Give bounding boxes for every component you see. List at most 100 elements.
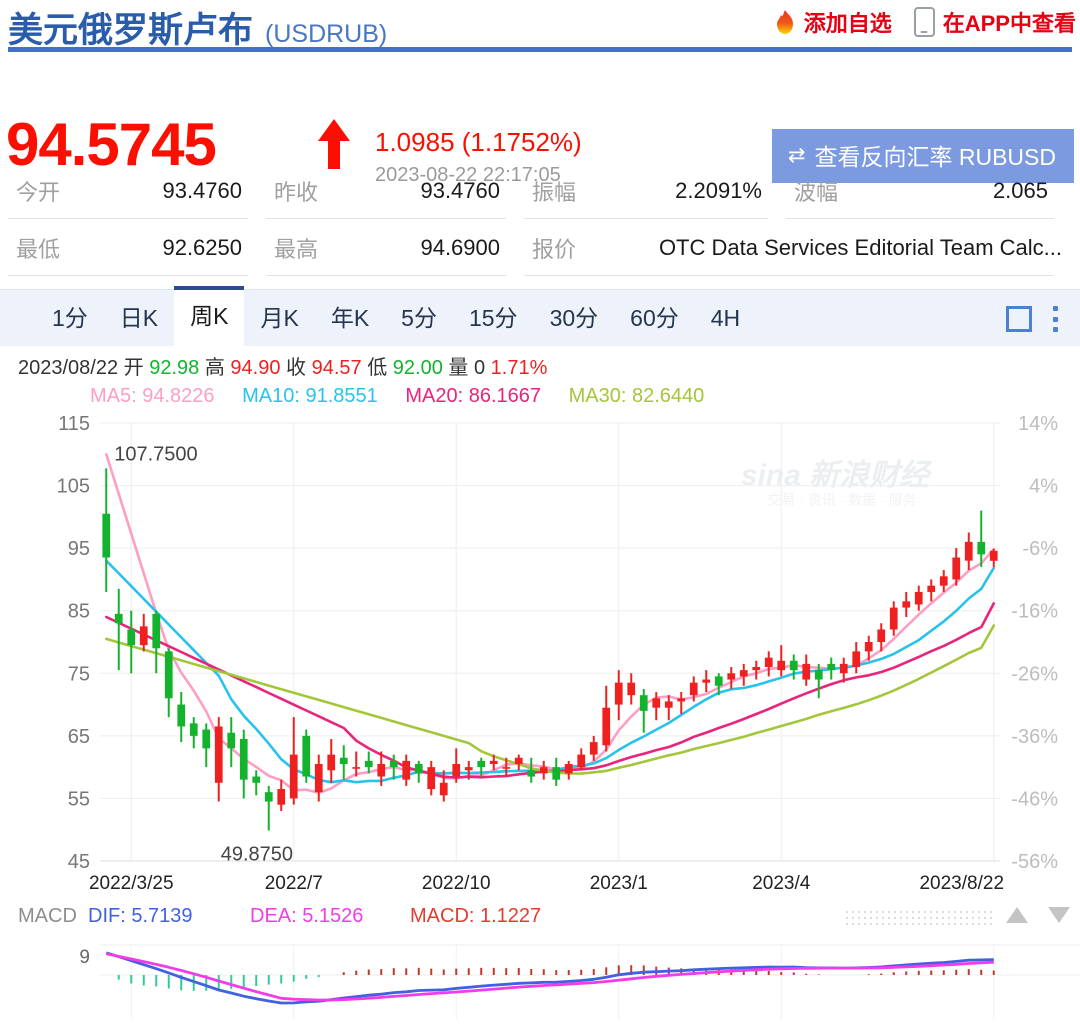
svg-text:105: 105 (57, 475, 90, 497)
svg-text:交易 · 资讯 · 数据 · 服务: 交易 · 资讯 · 数据 · 服务 (767, 492, 916, 508)
tab-5min[interactable]: 5分 (385, 290, 453, 346)
triangle-down-icon[interactable] (1048, 906, 1070, 923)
svg-text:95: 95 (68, 538, 90, 560)
ma-readout: MA5: 94.8226 MA10: 91.8551 MA20: 86.1667… (18, 382, 1080, 410)
y-axis-left: 115 105 95 85 75 65 55 45 (57, 413, 90, 873)
flame-icon (774, 10, 796, 34)
price-change: 1.0985 (1.1752%) (375, 127, 582, 157)
svg-text:115: 115 (58, 413, 90, 435)
tab-30min[interactable]: 30分 (534, 290, 615, 346)
svg-text:2022/7: 2022/7 (265, 873, 323, 894)
ma30-value: 82.6440 (631, 385, 705, 408)
stat-high: 最高 94.6900 (266, 219, 524, 276)
tab-60min[interactable]: 60分 (614, 290, 695, 346)
view-in-app-label: 在APP中查看 (942, 11, 1076, 36)
quote-page: 美元俄罗斯卢布 (USDRUB) 添加自选 在APP中查看 94.5745 1.… (0, 0, 1080, 1019)
svg-text:-6%: -6% (1022, 538, 1058, 560)
ohlc-line: 2023/08/22 开 92.98 高 94.90 收 94.57 低 92.… (18, 354, 1080, 382)
tab-monthly[interactable]: 月K (244, 290, 314, 346)
stat-high-label: 最高 (274, 236, 319, 262)
ma20-value: 86.1667 (468, 385, 542, 408)
ma10-readout: MA10: 91.8551 (242, 385, 378, 407)
ohlc-pct: 1.71% (490, 357, 548, 379)
ohlc-vol-label: 量 (448, 357, 469, 379)
tab-yearly[interactable]: 年K (315, 290, 385, 346)
macd-chart[interactable]: 9 (0, 933, 1080, 1019)
svg-text:2023/8/22: 2023/8/22 (919, 873, 1004, 894)
stat-source-label: 报价 (532, 236, 577, 262)
price-block: 94.5745 1.0985 (1.1752%) 2023-08-22 22:1… (0, 47, 1080, 186)
svg-text:9: 9 (79, 947, 90, 968)
svg-text:2022/10: 2022/10 (422, 873, 491, 894)
ma5-readout: MA5: 94.8226 (90, 385, 215, 407)
tab-daily[interactable]: 日K (104, 290, 174, 346)
stat-open-label: 今开 (16, 179, 61, 205)
svg-text:75: 75 (68, 663, 90, 685)
page-title: 美元俄罗斯卢布 (8, 11, 254, 50)
stat-prev-close-value: 93.4760 (420, 177, 500, 203)
stats-row-1: 今开 93.4760 昨收 93.4760 振幅 2.2091% 波幅 2.06… (8, 162, 1072, 219)
stat-prev-close: 昨收 93.4760 (266, 162, 524, 219)
ohlc-low-label: 低 (367, 357, 388, 379)
svg-text:-36%: -36% (1011, 726, 1058, 748)
phone-icon (913, 7, 935, 37)
tab-1min[interactable]: 1分 (36, 290, 104, 346)
stat-low-value: 92.6250 (162, 234, 242, 260)
svg-text:49.8750: 49.8750 (221, 843, 293, 865)
macd-dif-readout: DIF: 5.7139 (88, 904, 193, 927)
macd-value-readout: MACD: 1.1227 (410, 904, 542, 927)
stat-high-value: 94.6900 (420, 234, 500, 260)
svg-text:2022/3/25: 2022/3/25 (89, 873, 174, 894)
svg-text:65: 65 (68, 726, 90, 748)
triangle-up-icon[interactable] (1006, 906, 1028, 923)
svg-text:-56%: -56% (1011, 851, 1058, 873)
ohlc-high: 94.90 (230, 357, 281, 379)
sina-watermark: sina 新浪财经交易 · 资讯 · 数据 · 服务 (741, 458, 933, 508)
add-watchlist-button[interactable]: 添加自选 (774, 6, 892, 38)
svg-text:2023/1: 2023/1 (590, 873, 648, 894)
stat-source-value: OTC Data Services Editorial Team Calc... (658, 234, 1062, 260)
macd-title: MACD (18, 904, 77, 927)
expand-icon[interactable] (1006, 306, 1032, 332)
view-in-app-button[interactable]: 在APP中查看 (913, 6, 1076, 38)
ticker-symbol: (USDRUB) (265, 20, 388, 48)
chart-resize-grip[interactable] (844, 908, 994, 927)
stat-range: 波幅 2.065 (786, 162, 1072, 219)
svg-text:45: 45 (68, 851, 90, 873)
candlestick-chart[interactable]: 115 105 95 85 75 65 55 45 14% 4% -6% -16% -26% -36% -… (0, 413, 1080, 903)
stat-amplitude-label: 振幅 (532, 179, 577, 205)
stats-row-2: 最低 92.6250 最高 94.6900 报价 OTC Data Servic… (8, 219, 1072, 276)
period-tabs: 1分 日K 周K 月K 年K 5分 15分 30分 60分 4H (0, 286, 756, 346)
macd-y-axis: 9 (79, 947, 90, 968)
tab-15min[interactable]: 15分 (453, 290, 534, 346)
ma20-label: MA20: (405, 385, 464, 408)
stats-table: 今开 93.4760 昨收 93.4760 振幅 2.2091% 波幅 2.06… (8, 162, 1072, 276)
tab-weekly[interactable]: 周K (174, 286, 245, 346)
macd-lines (105, 951, 994, 1005)
macd-header: MACD DIF: 5.7139 DEA: 5.1526 MACD: 1.122… (0, 903, 1080, 933)
macd-dea-readout: DEA: 5.1526 (250, 904, 364, 927)
ma30-label: MA30: (568, 385, 627, 408)
svg-text:-16%: -16% (1011, 600, 1058, 622)
stat-range-label: 波幅 (794, 179, 839, 205)
svg-text:107.7500: 107.7500 (114, 443, 197, 465)
tab-4h[interactable]: 4H (695, 290, 756, 346)
svg-text:2023/4: 2023/4 (752, 873, 811, 894)
chart-tools (1006, 306, 1080, 346)
stat-prev-close-label: 昨收 (274, 179, 319, 205)
y-axis-right: 14% 4% -6% -16% -26% -36% -46% -56% (1011, 413, 1058, 873)
ohlc-open-label: 开 (123, 357, 144, 379)
chart-ohlc-readout: 2023/08/22 开 92.98 高 94.90 收 94.57 低 92.… (0, 346, 1080, 411)
more-vertical-icon[interactable] (1052, 306, 1058, 332)
extreme-annotations: 107.7500 49.8750 (114, 443, 293, 865)
title-group: 美元俄罗斯卢布 (USDRUB) (8, 2, 387, 53)
svg-text:-46%: -46% (1011, 788, 1058, 810)
svg-text:sina 新浪财经: sina 新浪财经 (741, 458, 933, 492)
ohlc-high-label: 高 (204, 357, 225, 379)
stat-open-value: 93.4760 (162, 177, 242, 203)
ohlc-open: 92.98 (149, 357, 200, 379)
stat-range-value: 2.065 (992, 177, 1048, 203)
ohlc-date: 2023/08/22 (18, 357, 119, 379)
ohlc-close-label: 收 (286, 357, 307, 379)
ohlc-vol: 0 (473, 357, 486, 379)
